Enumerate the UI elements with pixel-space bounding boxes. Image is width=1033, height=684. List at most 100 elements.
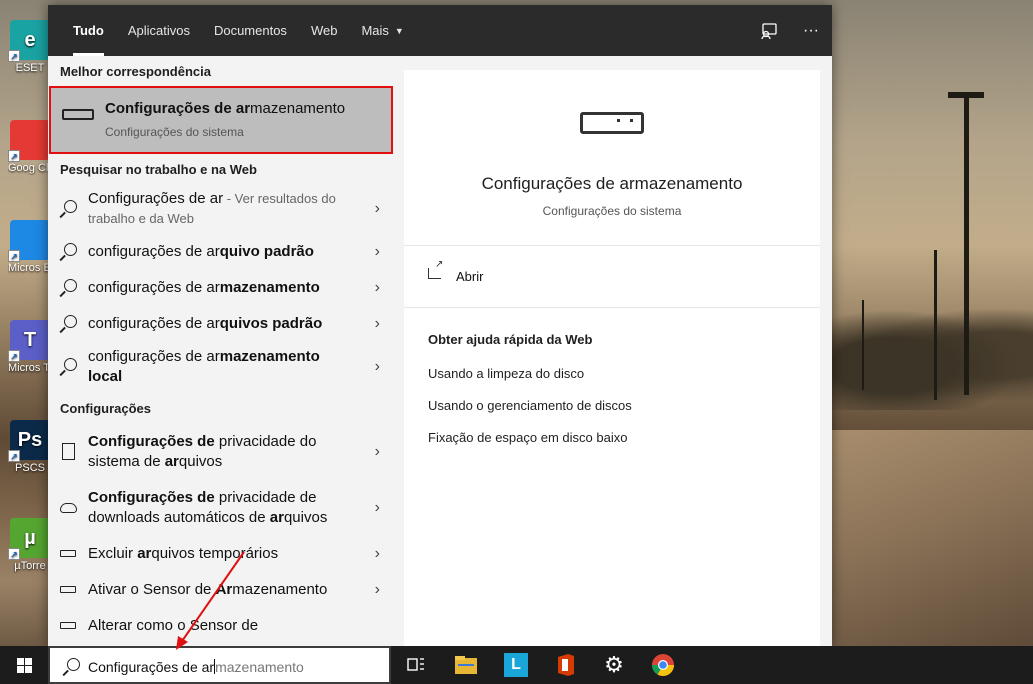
search-icon xyxy=(60,200,78,218)
file-explorer-icon[interactable] xyxy=(441,646,491,684)
settings-result-segment: ar xyxy=(164,453,179,470)
best-match-result[interactable]: Configurações de armazenamento Configura… xyxy=(49,86,393,154)
best-match-title-rest: mazenamento xyxy=(250,100,346,117)
office-icon[interactable] xyxy=(541,646,591,684)
search-icon xyxy=(60,315,78,333)
best-match-title: Configurações de armazenamento xyxy=(105,100,345,117)
chevron-right-icon[interactable]: › xyxy=(375,278,380,298)
tab-label: Mais xyxy=(361,23,389,38)
photoshop-icon: Ps ↗ xyxy=(8,420,50,462)
desktop-shortcut-label: Micros Team xyxy=(8,362,52,374)
desktop-shortcut-label: ESET xyxy=(15,62,45,74)
settings-result-segment: quivos xyxy=(178,453,223,470)
results-list: Melhor correspondência Configurações de … xyxy=(48,56,394,646)
top-actions: ··· xyxy=(748,5,832,56)
edge-icon: ↗ xyxy=(8,220,50,262)
settings-result[interactable]: Configurações de privacidade do sistema … xyxy=(48,424,394,480)
storage-drive-large-icon xyxy=(580,112,644,134)
document-icon xyxy=(60,443,78,461)
web-search-suggestion[interactable]: Configurações de ar - Ver resultados do … xyxy=(48,184,394,234)
desktop-shortcut[interactable]: ↗Goog Chrom xyxy=(8,120,52,175)
caret-down-icon: ▼ xyxy=(394,25,404,36)
suggestion-prefix: configurações de ar xyxy=(88,279,220,296)
settings-result-text: Ativar o Sensor de Armazenamento xyxy=(88,580,327,600)
tab-documentos[interactable]: Documentos xyxy=(202,5,299,56)
chevron-right-icon[interactable]: › xyxy=(375,242,380,262)
settings-result-segment: Excluir xyxy=(88,545,138,562)
chevron-right-icon[interactable]: › xyxy=(375,442,380,462)
best-match-header: Melhor correspondência xyxy=(60,63,211,79)
tab-mais-dropdown[interactable]: Mais ▼ xyxy=(349,5,415,56)
start-button[interactable] xyxy=(0,646,48,684)
wallpaper-walkway xyxy=(820,430,1033,646)
suggestion-prefix: configurações de ar xyxy=(88,243,220,260)
desktop-shortcut[interactable]: µ ↗ µTorre xyxy=(8,518,52,573)
desktop-shortcut[interactable]: Ps ↗ PSCS xyxy=(8,420,52,475)
desktop-shortcut-label: PSCS xyxy=(15,462,45,474)
task-view-icon[interactable] xyxy=(391,646,441,684)
help-link-disk-cleanup[interactable]: Usando a limpeza do disco xyxy=(428,366,584,381)
tab-label: Tudo xyxy=(73,23,104,38)
suggestion-text: Configurações de ar - Ver resultados do … xyxy=(88,189,358,229)
settings-result-segment: mazenamento xyxy=(232,581,328,598)
drive-icon xyxy=(60,617,78,635)
help-link-low-disk-space[interactable]: Fixação de espaço em disco baixo xyxy=(428,430,627,445)
chevron-right-icon[interactable]: › xyxy=(375,580,380,600)
settings-result[interactable]: Excluir arquivos temporários › xyxy=(48,536,394,572)
drive-icon xyxy=(60,581,78,599)
wallpaper-lamp-head xyxy=(948,92,984,98)
web-search-suggestion[interactable]: configurações de arquivos padrão › xyxy=(48,306,394,342)
shortcut-arrow-icon: ↗ xyxy=(8,50,20,62)
cloud-icon xyxy=(60,499,78,517)
preview-subtitle: Configurações do sistema xyxy=(542,204,682,218)
search-icon xyxy=(60,243,78,261)
suggestion-completion: quivos padrão xyxy=(219,315,323,332)
tab-aplicativos[interactable]: Aplicativos xyxy=(116,5,202,56)
settings-result-text: Alterar como o Sensor de xyxy=(88,616,258,636)
drive-icon xyxy=(60,545,78,563)
settings-result-segment: Configurações de xyxy=(88,489,215,506)
help-link-disk-management[interactable]: Usando o gerenciamento de discos xyxy=(428,398,632,413)
chrome-taskbar-icon[interactable] xyxy=(638,646,688,684)
desktop-shortcut[interactable]: e ↗ ESET xyxy=(8,20,52,75)
settings-result[interactable]: Configurações de privacidade de download… xyxy=(48,480,394,536)
open-action[interactable]: Abrir xyxy=(404,246,820,308)
windows-logo-icon xyxy=(16,657,32,673)
preview-pane: Configurações de armazenamento Configura… xyxy=(404,70,820,646)
chevron-right-icon[interactable]: › xyxy=(375,498,380,518)
wallpaper-trees xyxy=(830,300,1033,410)
best-match-subtitle: Configurações do sistema xyxy=(105,125,244,139)
settings-result-segment: quivos xyxy=(283,509,328,526)
search-icon xyxy=(60,358,78,376)
desktop-shortcut[interactable]: ↗Micros Edge xyxy=(8,220,52,275)
suggestion-prefix: configurações de ar xyxy=(88,315,220,332)
web-search-suggestion[interactable]: configurações de armazenamento › xyxy=(48,270,394,306)
tab-web[interactable]: Web xyxy=(299,5,350,56)
settings-result-text: Excluir arquivos temporários xyxy=(88,544,278,564)
chevron-right-icon[interactable]: › xyxy=(375,357,380,377)
more-options-icon[interactable]: ··· xyxy=(790,5,832,56)
taskbar-search-box[interactable]: Configurações de armazenamento xyxy=(48,646,391,684)
tab-label: Documentos xyxy=(213,23,287,38)
start-search-panel: Tudo Aplicativos Documentos Web Mais ▼ ··… xyxy=(48,5,832,646)
settings-result-segment: ar xyxy=(137,545,152,562)
settings-result[interactable]: Alterar como o Sensor de xyxy=(48,608,394,644)
l-app-icon[interactable]: L xyxy=(491,646,541,684)
web-search-suggestion[interactable]: configurações de armazenamento local › xyxy=(48,342,394,392)
tab-tudo[interactable]: Tudo xyxy=(61,5,116,56)
suggestion-text: configurações de arquivos padrão xyxy=(88,314,322,334)
settings-result-segment: quivos temporários xyxy=(151,545,279,562)
web-results: Configurações de ar - Ver resultados do … xyxy=(48,184,394,392)
desktop-shortcut-label: µTorre xyxy=(14,560,46,572)
settings-result-segment: Ativar o Sensor de xyxy=(88,581,216,598)
chevron-right-icon[interactable]: › xyxy=(375,314,380,334)
suggestion-completion: mazenamento xyxy=(219,279,320,296)
desktop-shortcut[interactable]: T↗Micros Team xyxy=(8,320,52,375)
feedback-icon[interactable] xyxy=(748,5,790,56)
web-search-suggestion[interactable]: configurações de arquivo padrão › xyxy=(48,234,394,270)
shortcut-arrow-icon: ↗ xyxy=(8,250,20,262)
chevron-right-icon[interactable]: › xyxy=(375,544,380,564)
settings-gear-icon[interactable]: ⚙ xyxy=(589,646,639,684)
settings-result[interactable]: Ativar o Sensor de Armazenamento › xyxy=(48,572,394,608)
chevron-right-icon[interactable]: › xyxy=(375,199,380,219)
